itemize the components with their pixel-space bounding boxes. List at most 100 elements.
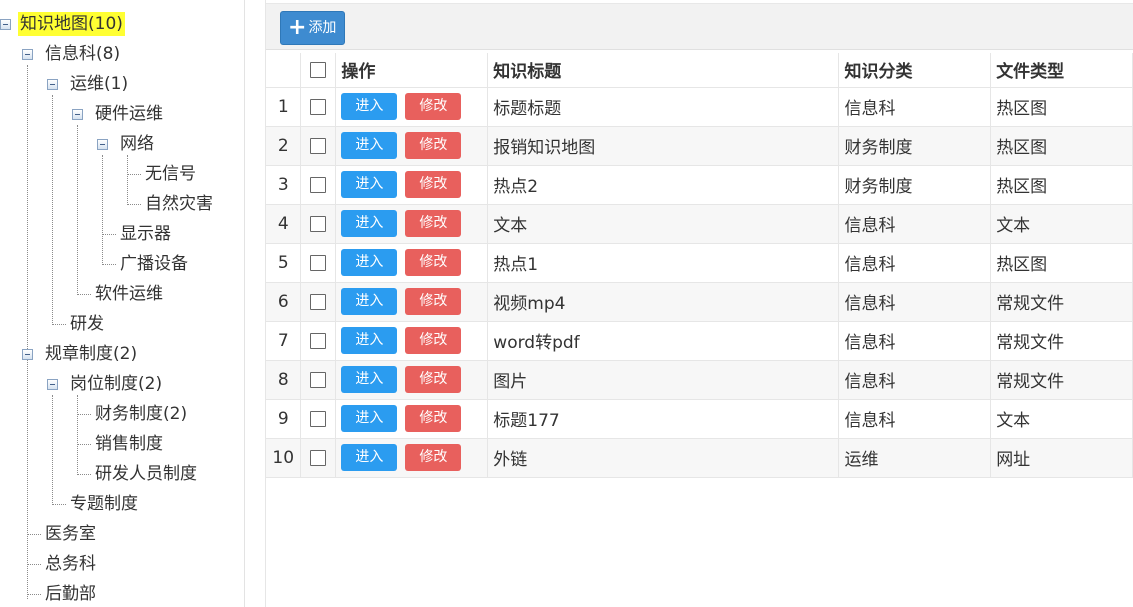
table-row[interactable]: 8 进入 修改 图片 信息科 常规文件	[266, 360, 1133, 400]
tree-node[interactable]: 无信号	[143, 159, 198, 189]
tree-branch-line	[77, 414, 91, 415]
row-number: 10	[266, 438, 302, 478]
edit-button[interactable]: 修改	[405, 171, 462, 198]
tree-node[interactable]: 财务制度(2)	[93, 399, 189, 429]
collapse-toggle-icon[interactable]	[72, 109, 83, 120]
tree-node-label: 网络	[120, 134, 154, 154]
row-number: 6	[266, 282, 302, 322]
row-select-cell	[300, 204, 337, 244]
table-row[interactable]: 1 进入 修改 标题标题 信息科 热区图	[266, 87, 1133, 127]
enter-button[interactable]: 进入	[341, 444, 398, 471]
select-all-checkbox[interactable]	[310, 61, 327, 78]
tree-branch-line	[102, 234, 116, 235]
enter-button[interactable]: 进入	[341, 327, 398, 354]
edit-button[interactable]: 修改	[405, 132, 462, 159]
header-category[interactable]: 知识分类	[838, 53, 992, 88]
tree-node[interactable]: 专题制度	[68, 489, 140, 519]
enter-button[interactable]: 进入	[341, 132, 398, 159]
row-checkbox[interactable]	[310, 410, 327, 427]
tree-node[interactable]: 后勤部	[43, 579, 98, 607]
tree-node[interactable]: 运维(1)	[68, 69, 130, 99]
tree-node[interactable]: 岗位制度(2)	[68, 369, 164, 399]
edit-button[interactable]: 修改	[405, 249, 462, 276]
table-row[interactable]: 9 进入 修改 标题177 信息科 文本	[266, 399, 1133, 439]
tree-node-label: 财务制度(2)	[95, 404, 188, 424]
enter-button[interactable]: 进入	[341, 288, 398, 315]
tree-node-label: 岗位制度(2)	[70, 374, 163, 394]
collapse-toggle-icon[interactable]	[22, 349, 33, 360]
edit-button[interactable]: 修改	[405, 93, 462, 120]
tree-node[interactable]: 研发	[68, 309, 106, 339]
tree-node[interactable]: 规章制度(2)	[43, 339, 139, 369]
enter-button[interactable]: 进入	[341, 249, 398, 276]
row-title: 热点2	[487, 165, 840, 205]
edit-button[interactable]: 修改	[405, 405, 462, 432]
row-file-type: 常规文件	[990, 321, 1133, 361]
row-category: 信息科	[838, 282, 992, 322]
row-select-cell	[300, 165, 337, 205]
header-title[interactable]: 知识标题	[487, 53, 840, 88]
collapse-toggle-icon[interactable]	[0, 19, 11, 30]
row-number: 4	[266, 204, 302, 244]
enter-button[interactable]: 进入	[341, 405, 398, 432]
row-number: 9	[266, 399, 302, 439]
table-row[interactable]: 2 进入 修改 报销知识地图 财务制度 热区图	[266, 126, 1133, 166]
row-select-cell	[300, 360, 337, 400]
row-category: 信息科	[838, 87, 992, 127]
collapse-toggle-icon[interactable]	[47, 379, 58, 390]
row-checkbox[interactable]	[310, 293, 327, 310]
collapse-toggle-icon[interactable]	[97, 139, 108, 150]
row-checkbox[interactable]	[310, 371, 327, 388]
add-button[interactable]: + 添加	[280, 11, 345, 45]
edit-button[interactable]: 修改	[405, 210, 462, 237]
tree-node[interactable]: 广播设备	[118, 249, 190, 279]
enter-button[interactable]: 进入	[341, 93, 398, 120]
collapse-toggle-icon[interactable]	[22, 49, 33, 60]
enter-button[interactable]: 进入	[341, 171, 398, 198]
row-checkbox[interactable]	[310, 254, 327, 271]
row-actions: 进入 修改	[335, 360, 489, 400]
edit-button[interactable]: 修改	[405, 288, 462, 315]
table-row[interactable]: 3 进入 修改 热点2 财务制度 热区图	[266, 165, 1133, 205]
row-checkbox[interactable]	[310, 215, 327, 232]
edit-button[interactable]: 修改	[405, 327, 462, 354]
row-checkbox[interactable]	[310, 176, 327, 193]
row-select-cell	[300, 321, 337, 361]
table-row[interactable]: 7 进入 修改 word转pdf 信息科 常规文件	[266, 321, 1133, 361]
table-row[interactable]: 10 进入 修改 外链 运维 网址	[266, 438, 1133, 478]
tree-node[interactable]: 显示器	[118, 219, 173, 249]
tree-node[interactable]: 医务室	[43, 519, 98, 549]
tree-guide-line	[77, 125, 78, 295]
header-file-type[interactable]: 文件类型	[990, 53, 1133, 88]
table-row[interactable]: 6 进入 修改 视频mp4 信息科 常规文件	[266, 282, 1133, 322]
row-category: 信息科	[838, 360, 992, 400]
tree-guide-line	[77, 395, 78, 475]
tree-node[interactable]: 网络	[118, 129, 156, 159]
table-row[interactable]: 4 进入 修改 文本 信息科 文本	[266, 204, 1133, 244]
row-category: 信息科	[838, 399, 992, 439]
tree-node[interactable]: 软件运维	[93, 279, 165, 309]
row-title: 标题177	[487, 399, 840, 439]
tree-guide-line	[127, 155, 128, 205]
edit-button[interactable]: 修改	[405, 366, 462, 393]
table-row[interactable]: 5 进入 修改 热点1 信息科 热区图	[266, 243, 1133, 283]
row-checkbox[interactable]	[310, 98, 327, 115]
tree-node[interactable]: 总务科	[43, 549, 98, 579]
row-select-cell	[300, 87, 337, 127]
row-checkbox[interactable]	[310, 332, 327, 349]
row-number: 3	[266, 165, 302, 205]
tree-branch-line	[127, 204, 141, 205]
row-title: 视频mp4	[487, 282, 840, 322]
tree-node[interactable]: 知识地图(10)	[18, 9, 125, 39]
enter-button[interactable]: 进入	[341, 210, 398, 237]
tree-node[interactable]: 信息科(8)	[43, 39, 122, 69]
row-checkbox[interactable]	[310, 137, 327, 154]
tree-node[interactable]: 研发人员制度	[93, 459, 199, 489]
tree-node[interactable]: 销售制度	[93, 429, 165, 459]
collapse-toggle-icon[interactable]	[47, 79, 58, 90]
row-checkbox[interactable]	[310, 449, 327, 466]
tree-node[interactable]: 硬件运维	[93, 99, 165, 129]
enter-button[interactable]: 进入	[341, 366, 398, 393]
tree-node[interactable]: 自然灾害	[143, 189, 215, 219]
edit-button[interactable]: 修改	[405, 444, 462, 471]
